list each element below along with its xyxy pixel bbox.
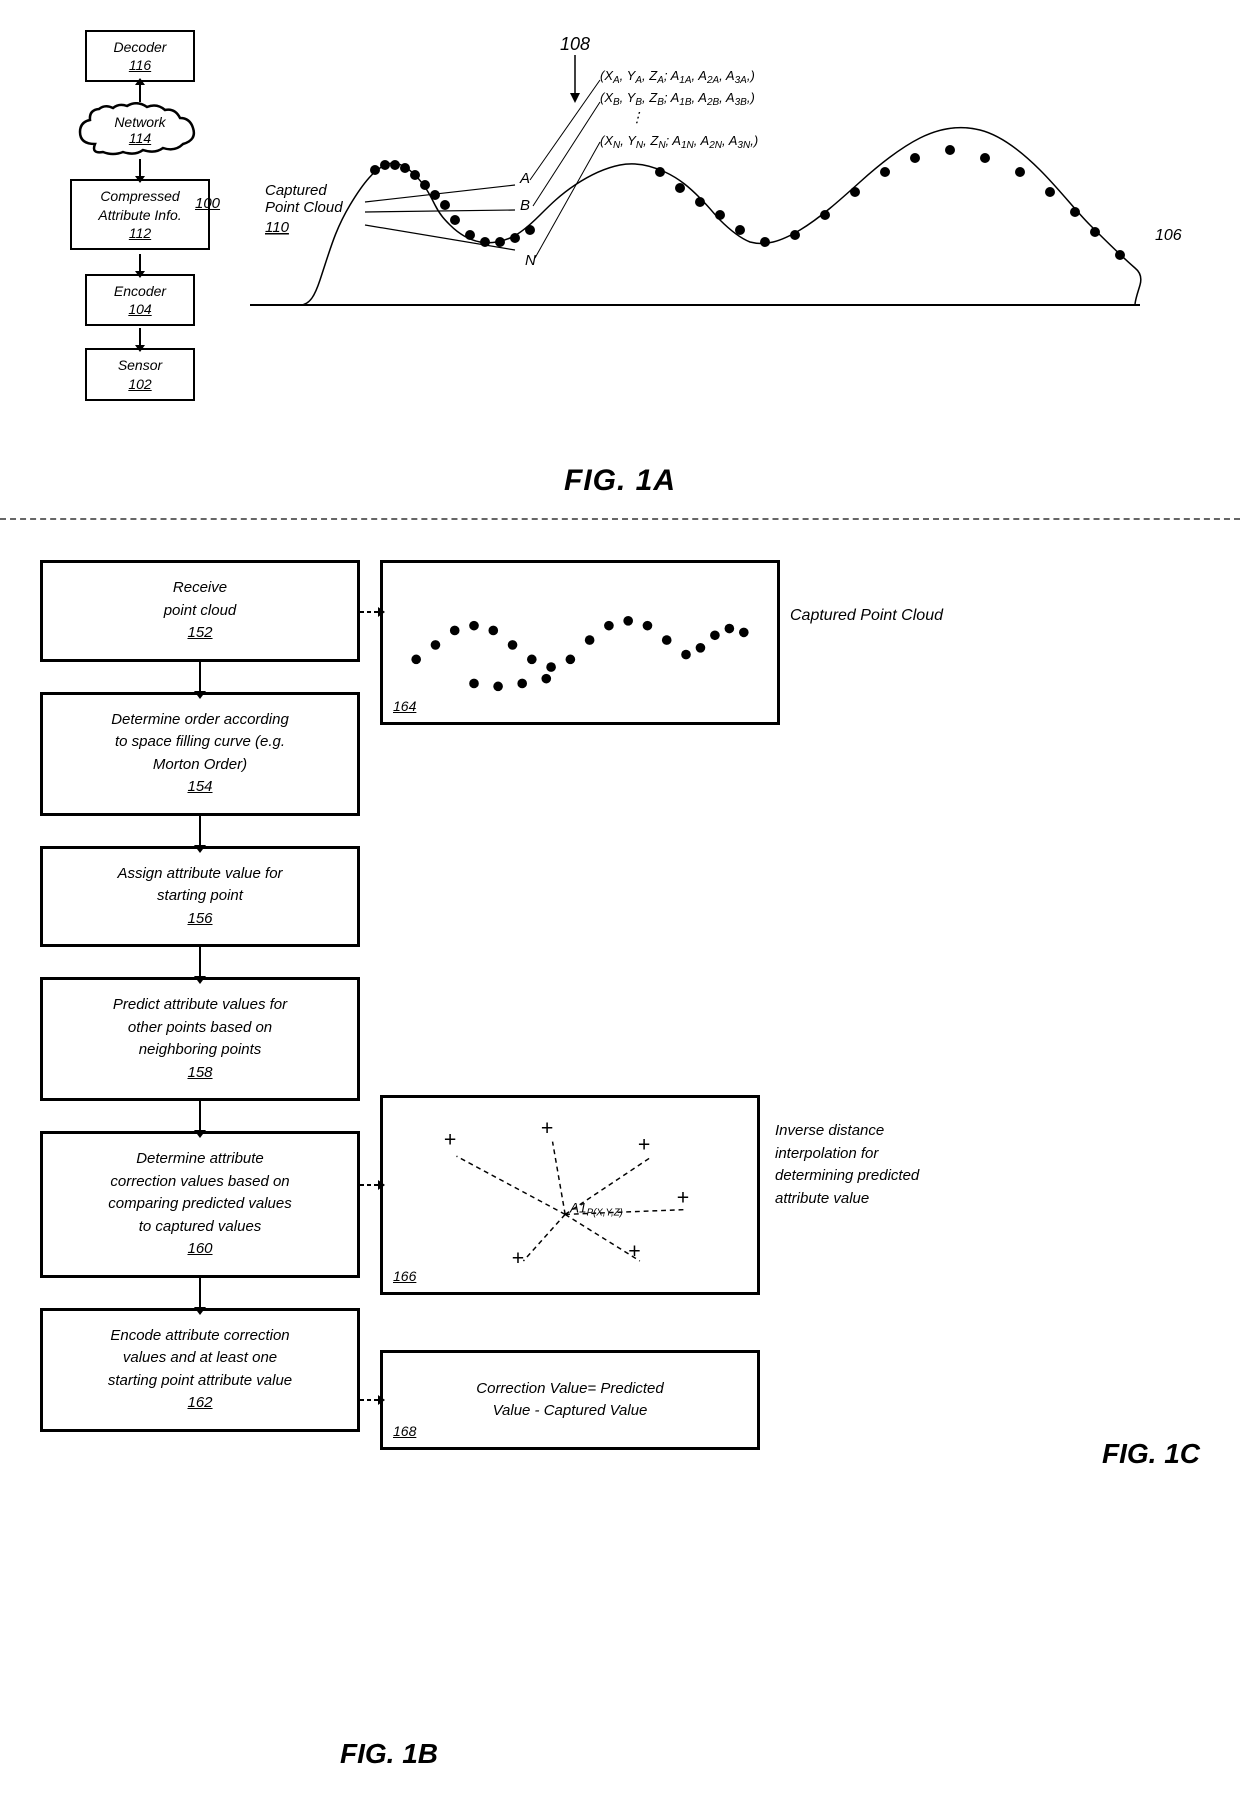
svg-text:+: +: [512, 1246, 524, 1270]
compressed-ref: 112: [129, 225, 151, 241]
system-diagram: Decoder 116 Network 114 CompressedAttrib…: [40, 30, 240, 401]
sensor-box: Sensor 102: [85, 348, 195, 400]
encoder-box: Encoder 104: [85, 274, 195, 326]
step-158: Predict attribute values forother points…: [40, 977, 360, 1101]
sensor-ref: 102: [128, 376, 151, 392]
step-160-text: Determine attributecorrection values bas…: [108, 1150, 291, 1257]
decoder-box: Decoder 116: [85, 30, 195, 82]
step-160: Determine attributecorrection values bas…: [40, 1131, 360, 1278]
svg-text:+: +: [444, 1128, 456, 1152]
fig1a-section: Decoder 116 Network 114 CompressedAttrib…: [0, 0, 1240, 520]
network-ref: 114: [129, 130, 151, 146]
svg-text:A1P(X,Y,Z): A1P(X,Y,Z): [569, 1200, 623, 1218]
svg-text:N: N: [525, 252, 536, 269]
arrow-encoder-sensor: [139, 328, 141, 346]
step-156-text: Assign attribute value forstarting point…: [117, 865, 282, 927]
sensor-label: Sensor: [118, 357, 162, 373]
diagram-168: Correction Value= PredictedValue - Captu…: [380, 1350, 760, 1450]
diagram-166: + + + + + + A1P(X,Y,Z) 166: [380, 1095, 760, 1295]
ref-164: 164: [393, 698, 416, 714]
svg-text:108: 108: [560, 34, 590, 54]
svg-text:Captured: Captured: [265, 182, 327, 199]
encoder-ref: 104: [128, 301, 151, 317]
step-154-text: Determine order accordingto space fillin…: [111, 711, 289, 796]
ref-166: 166: [393, 1268, 416, 1284]
svg-text:(XN, YN, ZN; A1N, A2N, A3N,): (XN, YN, ZN; A1N, A2N, A3N,): [600, 133, 758, 151]
step-152: Receivepoint cloud152: [40, 560, 360, 662]
step-162: Encode attribute correctionvalues and at…: [40, 1308, 360, 1432]
svg-text:+: +: [638, 1132, 650, 1156]
decoder-label: Decoder: [114, 39, 167, 55]
flowchart: Receivepoint cloud152 Determine order ac…: [40, 560, 360, 1432]
arrow-158-160: [199, 1101, 201, 1131]
captured-point-cloud-label: Captured Point Cloud: [790, 605, 943, 627]
inverse-distance-label: Inverse distanceinterpolation fordetermi…: [775, 1120, 995, 1210]
arrow-160-162: [199, 1278, 201, 1308]
arrow-decoder-network: [139, 84, 141, 102]
svg-text:110: 110: [265, 219, 290, 236]
svg-text:+: +: [628, 1239, 640, 1263]
decoder-ref: 116: [129, 57, 151, 73]
fig1a-label: FIG. 1A: [564, 464, 676, 498]
arrow-156-158: [199, 947, 201, 977]
arrow-154-156: [199, 816, 201, 846]
svg-text:Point Cloud: Point Cloud: [265, 199, 343, 216]
correction-text: Correction Value= PredictedValue - Captu…: [476, 1378, 663, 1423]
step-154: Determine order accordingto space fillin…: [40, 692, 360, 816]
dashed-arrow-158: [360, 1175, 385, 1195]
fig1b-label: FIG. 1B: [340, 1738, 438, 1770]
fig1c-label: FIG. 1C: [1102, 1438, 1200, 1470]
diagram-164: 164: [380, 560, 780, 725]
arrow-compressed-encoder: [139, 254, 141, 272]
network-label: Network: [114, 114, 165, 130]
svg-text:A: A: [519, 170, 530, 187]
svg-text:+: +: [541, 1116, 553, 1140]
svg-text:106: 106: [1155, 227, 1182, 244]
svg-text:B: B: [520, 197, 530, 214]
svg-text:+: +: [677, 1186, 689, 1210]
compressed-label: CompressedAttribute Info.: [98, 188, 181, 222]
step-162-text: Encode attribute correctionvalues and at…: [108, 1327, 292, 1412]
svg-text:(XB, YB, ZB; A1B, A2B, A3B,): (XB, YB, ZB; A1B, A2B, A3B,): [600, 90, 755, 108]
network-cloud: Network 114: [75, 102, 205, 157]
step-156: Assign attribute value forstarting point…: [40, 846, 360, 948]
encoder-label: Encoder: [114, 283, 166, 299]
arrow-network-compressed: [139, 159, 141, 177]
step-158-text: Predict attribute values forother points…: [113, 996, 287, 1081]
ref-100: 100: [195, 195, 220, 212]
dashed-arrow-160: [360, 1390, 385, 1410]
fig1a-svg: 108 (XA, YA, ZA; A1A, A2A, A3A,) (XB, YB…: [220, 10, 1190, 480]
dashed-arrow-152: [360, 602, 385, 622]
fig1bc-section: Receivepoint cloud152 Determine order ac…: [0, 520, 1240, 1800]
svg-text:(XA, YA, ZA; A1A, A2A, A3A,): (XA, YA, ZA; A1A, A2A, A3A,): [600, 68, 755, 86]
compressed-box: CompressedAttribute Info. 112: [70, 179, 210, 250]
svg-text:⋮: ⋮: [630, 109, 644, 125]
ref-168: 168: [393, 1423, 416, 1439]
step-152-text: Receivepoint cloud152: [164, 579, 237, 641]
arrow-152-154: [199, 662, 201, 692]
